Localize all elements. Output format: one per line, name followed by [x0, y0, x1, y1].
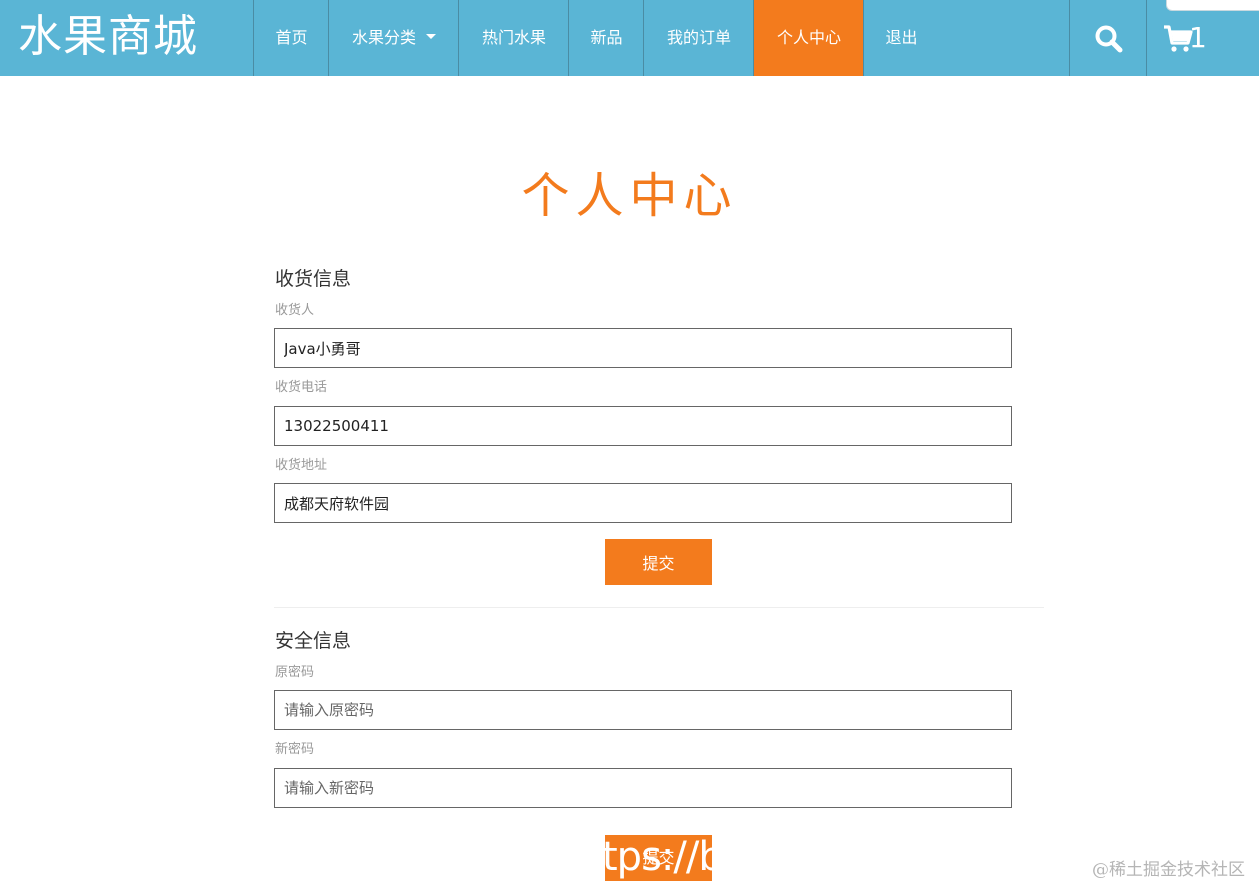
- overlay-url-text: tps://b: [605, 835, 712, 880]
- page-title: 个人中心: [521, 168, 738, 224]
- receiver-address-label: 收货地址: [275, 458, 328, 473]
- nav-hot-fruit-label: 热门水果: [481, 28, 546, 47]
- new-password-input[interactable]: [274, 768, 1012, 808]
- receiver-phone-input[interactable]: [274, 406, 1012, 446]
- nav-logout-label: 退出: [885, 28, 918, 47]
- new-password-label: 新密码: [275, 742, 315, 757]
- search-icon: [1095, 25, 1123, 53]
- nav-new[interactable]: 新品: [568, 0, 644, 76]
- old-password-label: 原密码: [275, 665, 315, 680]
- caret-down-icon: [426, 34, 436, 39]
- receiver-name-input[interactable]: [274, 328, 1012, 368]
- nav-personal-center[interactable]: 个人中心: [753, 0, 864, 76]
- nav-logout[interactable]: 退出: [863, 0, 939, 76]
- site-brand[interactable]: 水果商城: [18, 8, 198, 66]
- nav-fruit-category[interactable]: 水果分类: [328, 0, 459, 76]
- nav-my-orders-label: 我的订单: [666, 28, 731, 47]
- dropdown-tab: [1166, 0, 1259, 11]
- top-navbar: 水果商城 首页 水果分类 热门水果 新品 我的订单 个人中心 退出 1: [0, 0, 1259, 76]
- nav-home-label: 首页: [275, 28, 308, 47]
- security-submit-button[interactable]: 提交 tps://b: [605, 835, 712, 881]
- watermark: @稀土掘金技术社区: [1092, 860, 1245, 880]
- shipping-submit-button[interactable]: 提交: [605, 539, 712, 585]
- receiver-phone-label: 收货电话: [275, 380, 328, 395]
- cart-button[interactable]: 1: [1146, 0, 1259, 76]
- shipping-section-title: 收货信息: [275, 268, 352, 290]
- cart-count: 1: [1189, 21, 1207, 54]
- section-divider: [274, 607, 1044, 608]
- receiver-name-label: 收货人: [275, 303, 315, 318]
- receiver-address-input[interactable]: [274, 483, 1012, 523]
- nav-hot-fruit[interactable]: 热门水果: [458, 0, 569, 76]
- nav-my-orders[interactable]: 我的订单: [643, 0, 754, 76]
- nav-fruit-category-label: 水果分类: [351, 28, 416, 47]
- nav-personal-center-label: 个人中心: [776, 28, 841, 47]
- nav-new-label: 新品: [590, 28, 623, 47]
- security-section-title: 安全信息: [275, 630, 352, 652]
- nav-home[interactable]: 首页: [253, 0, 329, 76]
- search-button[interactable]: [1069, 0, 1147, 76]
- old-password-input[interactable]: [274, 690, 1012, 730]
